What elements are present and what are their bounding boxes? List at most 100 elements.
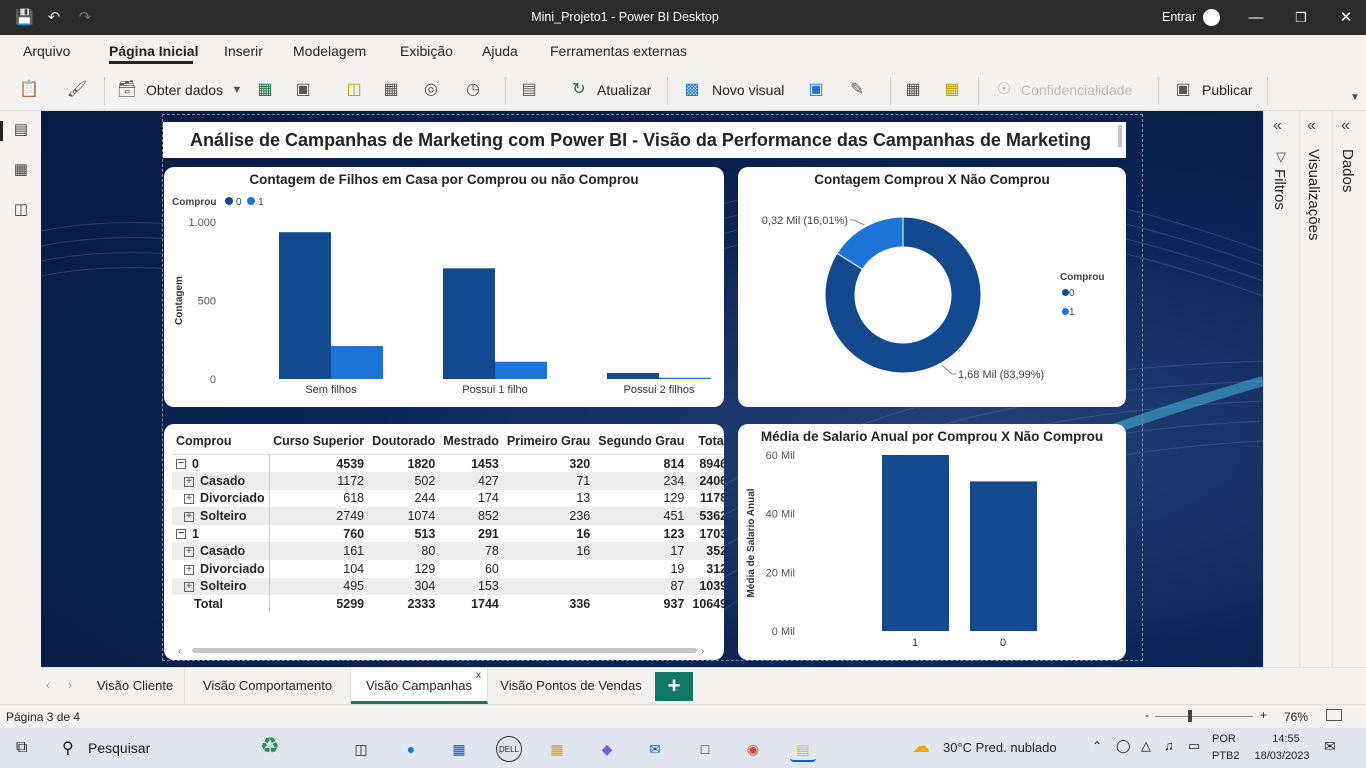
wifi-icon[interactable]: △ <box>1141 738 1151 754</box>
close-tab-icon[interactable]: x <box>476 670 481 681</box>
publish-icon[interactable]: ▣ <box>1172 79 1194 101</box>
chart-salario-card[interactable]: Média de Salario Anual por Comprou X Não… <box>738 424 1126 660</box>
tab-next-icon[interactable]: › <box>68 678 72 692</box>
publish-button[interactable]: Publicar <box>1202 82 1253 98</box>
new-visual-button[interactable]: Novo visual <box>712 82 784 98</box>
expand-icon[interactable]: + <box>184 511 194 522</box>
chart-filhos-card[interactable]: Contagem de Filhos em Casa por Comprou o… <box>164 167 724 407</box>
expand-icon[interactable]: + <box>184 564 194 575</box>
tab-prev-icon[interactable]: ‹ <box>46 678 50 692</box>
search-input[interactable]: Pesquisar <box>88 740 150 756</box>
model-view-icon[interactable]: ◫ <box>10 199 32 221</box>
textbox-icon[interactable]: ▣ <box>805 79 827 101</box>
row-header-cell[interactable]: + Divorciado <box>172 489 270 508</box>
excel-icon[interactable]: ▦ <box>254 79 276 101</box>
restore-icon[interactable]: ❐ <box>1286 7 1316 29</box>
row-header-cell[interactable]: + Solteiro <box>172 577 270 596</box>
mail-icon[interactable]: ✉ <box>642 736 668 762</box>
row-header-cell[interactable]: −0 <box>172 454 270 473</box>
row-header-cell[interactable]: + Casado <box>172 472 270 490</box>
report-view-icon[interactable]: ▤ <box>10 119 32 141</box>
column-header[interactable]: Segundo Grau <box>594 430 689 455</box>
dell-icon[interactable]: DELL <box>496 736 522 762</box>
row-header-cell[interactable]: + Casado <box>172 542 270 561</box>
scroll-right-icon[interactable]: › <box>701 646 704 657</box>
database-icon[interactable]: 🗃 <box>116 79 138 101</box>
sql-icon[interactable]: ◫ <box>343 79 365 101</box>
language-primary[interactable]: POR <box>1212 733 1236 745</box>
collapse-ribbon-icon[interactable]: ▼ <box>1344 87 1366 109</box>
search-icon[interactable]: ⚲ <box>62 738 74 758</box>
menu-ajuda[interactable]: Ajuda <box>482 43 518 59</box>
tray-chevron-icon[interactable]: ⌃ <box>1092 739 1102 753</box>
task-view-icon[interactable]: ◫ <box>348 736 374 762</box>
tab-visao-cliente[interactable]: Visão Cliente <box>86 668 185 704</box>
row-header-cell[interactable]: + Divorciado <box>172 560 270 578</box>
chrome-icon[interactable]: ◉ <box>740 736 766 762</box>
scroll-left-icon[interactable]: ‹ <box>178 646 181 657</box>
new-measure-icon[interactable]: ▦ <box>902 79 924 101</box>
clock-time[interactable]: 14:55 <box>1262 733 1310 745</box>
column-header[interactable]: Primeiro Grau <box>502 430 595 455</box>
clock-date[interactable]: 18/03/2023 <box>1250 750 1314 762</box>
header-card[interactable]: Análise de Campanhas de Marketing com Po… <box>163 122 1126 158</box>
collapse-icon[interactable]: − <box>176 459 186 470</box>
powerbi-icon[interactable]: ▤ <box>790 736 816 762</box>
refresh-icon[interactable]: ↻ <box>568 79 590 101</box>
horizontal-scrollbar[interactable] <box>192 648 697 653</box>
zoom-slider[interactable] <box>1155 716 1253 717</box>
menu-ferramentas-externas[interactable]: Ferramentas externas <box>550 43 687 59</box>
copilot-icon[interactable]: ◆ <box>594 736 620 762</box>
add-page-button[interactable]: + <box>655 672 693 701</box>
tab-visao-pontos-de-vendas[interactable]: Visão Pontos de Vendas <box>488 668 654 704</box>
avatar[interactable] <box>1203 9 1220 26</box>
filters-label[interactable]: Filtros <box>1271 169 1288 210</box>
row-header-cell[interactable]: + Solteiro <box>172 507 270 525</box>
more-visuals-icon[interactable]: ✎ <box>846 79 868 101</box>
refresh-button[interactable]: Atualizar <box>597 82 651 98</box>
column-header[interactable]: Comprou <box>172 430 270 455</box>
zoom-slider-thumb[interactable] <box>1188 710 1192 722</box>
dataverse-icon[interactable]: ◎ <box>420 79 442 101</box>
windows-start-icon[interactable]: ⧉ <box>16 739 27 757</box>
filters-pane[interactable]: « ▽ Filtros <box>1263 111 1299 667</box>
tab-visao-campanhas[interactable]: Visão Campanhas <box>351 668 488 704</box>
visualizations-label[interactable]: Visualizações <box>1305 149 1322 240</box>
data-pane[interactable]: « Dados <box>1332 111 1366 667</box>
chevron-down-icon[interactable]: ▼ <box>226 79 248 101</box>
signin-link[interactable]: Entrar <box>1162 10 1196 24</box>
menu-pagina-inicial[interactable]: Página Inicial <box>109 43 198 59</box>
collapse-filters-icon[interactable]: « <box>1273 117 1282 135</box>
tray-network-icon[interactable]: ◯ <box>1116 738 1131 754</box>
expand-icon[interactable]: + <box>184 546 194 557</box>
enter-data-icon[interactable]: ▦ <box>380 79 402 101</box>
column-header[interactable]: Curso Superior <box>269 430 369 455</box>
collapse-icon[interactable]: − <box>176 529 186 540</box>
collapse-visualizations-icon[interactable]: « <box>1307 117 1316 135</box>
format-painter-icon[interactable]: 🖌 <box>66 79 88 101</box>
menu-exibicao[interactable]: Exibição <box>400 43 453 59</box>
edge-icon[interactable]: ● <box>398 736 424 762</box>
paste-icon[interactable]: 📋 <box>18 79 40 101</box>
tab-visao-comportamento[interactable]: Visão Comportamento <box>185 668 351 704</box>
chart-comprou-card[interactable]: Contagem Comprou X Não Comprou 1,68 Mil … <box>738 167 1126 407</box>
volume-icon[interactable]: ♫ <box>1164 738 1174 753</box>
row-header-cell[interactable]: −1 <box>172 524 270 543</box>
column-header[interactable]: Doutorado <box>368 430 440 455</box>
data-label[interactable]: Dados <box>1339 149 1356 192</box>
datahub-icon[interactable]: ▣ <box>292 79 314 101</box>
new-visual-icon[interactable]: ▩ <box>681 79 703 101</box>
menu-modelagem[interactable]: Modelagem <box>293 43 366 59</box>
store-icon[interactable]: ▦ <box>446 736 472 762</box>
quick-measure-icon[interactable]: ▦ <box>941 79 963 101</box>
get-data-button[interactable]: Obter dados <box>146 82 223 98</box>
notifications-icon[interactable]: ✉ <box>1324 738 1336 755</box>
menu-arquivo[interactable]: Arquivo <box>23 43 70 59</box>
explorer-icon[interactable]: ▦ <box>544 736 570 762</box>
fit-page-icon[interactable] <box>1326 709 1342 721</box>
menu-inserir[interactable]: Inserir <box>224 43 263 59</box>
expand-icon[interactable]: + <box>184 476 194 487</box>
weather-text[interactable]: 30°C Pred. nublado <box>943 740 1057 755</box>
zoom-out-icon[interactable]: - <box>1145 708 1149 722</box>
expand-icon[interactable]: + <box>184 582 194 593</box>
